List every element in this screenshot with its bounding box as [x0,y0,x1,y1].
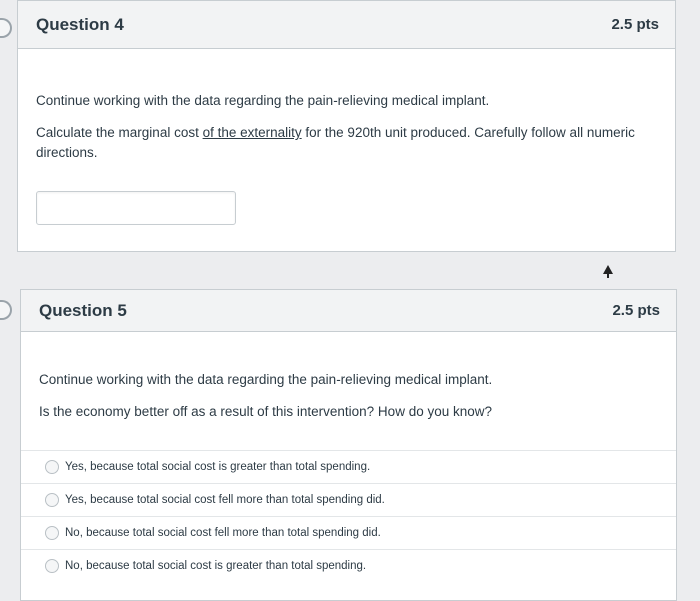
question-4-text: Continue working with the data regarding… [36,91,657,163]
question-5-text-line1: Continue working with the data regarding… [39,372,493,387]
question-5-text: Continue working with the data regarding… [39,370,658,422]
question-marker-icon [0,300,12,320]
question-5-header: Question 5 2.5 pts [21,290,676,332]
question-5-answer-list: Yes, because total social cost is greate… [21,450,676,582]
question-5-points: 2.5 pts [612,302,660,319]
question-4-points: 2.5 pts [611,16,659,33]
question-4-card: Question 4 2.5 pts Continue working with… [17,0,676,252]
question-5-card: Question 5 2.5 pts Continue working with… [20,289,677,601]
answer-option-4[interactable]: No, because total social cost is greater… [21,549,676,582]
question-5-text-line2: Is the economy better off as a result of… [39,404,493,419]
question-4-answer-input[interactable] [36,191,236,225]
radio-button-icon[interactable] [45,559,59,573]
radio-button-icon[interactable] [45,460,59,474]
question-4-text-line2: Calculate the marginal cost of the exter… [36,123,657,163]
question-5-body: Continue working with the data regarding… [21,332,676,422]
question-4-title: Question 4 [36,14,124,34]
question-4-body: Continue working with the data regarding… [18,49,675,225]
question-5-title: Question 5 [39,300,127,320]
answer-option-label: No, because total social cost fell more … [65,527,381,539]
radio-button-icon[interactable] [45,493,59,507]
answer-option-label: Yes, because total social cost is greate… [65,461,371,473]
answer-option-3[interactable]: No, because total social cost fell more … [21,516,676,549]
mouse-cursor-icon [603,265,613,278]
radio-button-icon[interactable] [45,526,59,540]
answer-option-1[interactable]: Yes, because total social cost is greate… [21,450,676,483]
question-marker-icon [0,18,12,38]
question-4-header: Question 4 2.5 pts [18,1,675,49]
answer-option-label: Yes, because total social cost fell more… [65,494,385,506]
externality-underline-text: of the externality [202,125,302,140]
answer-option-2[interactable]: Yes, because total social cost fell more… [21,483,676,516]
question-4-text-pre: Calculate the marginal cost [36,125,203,140]
question-4-text-line1: Continue working with the data regarding… [36,93,490,108]
answer-option-label: No, because total social cost is greater… [65,560,367,572]
